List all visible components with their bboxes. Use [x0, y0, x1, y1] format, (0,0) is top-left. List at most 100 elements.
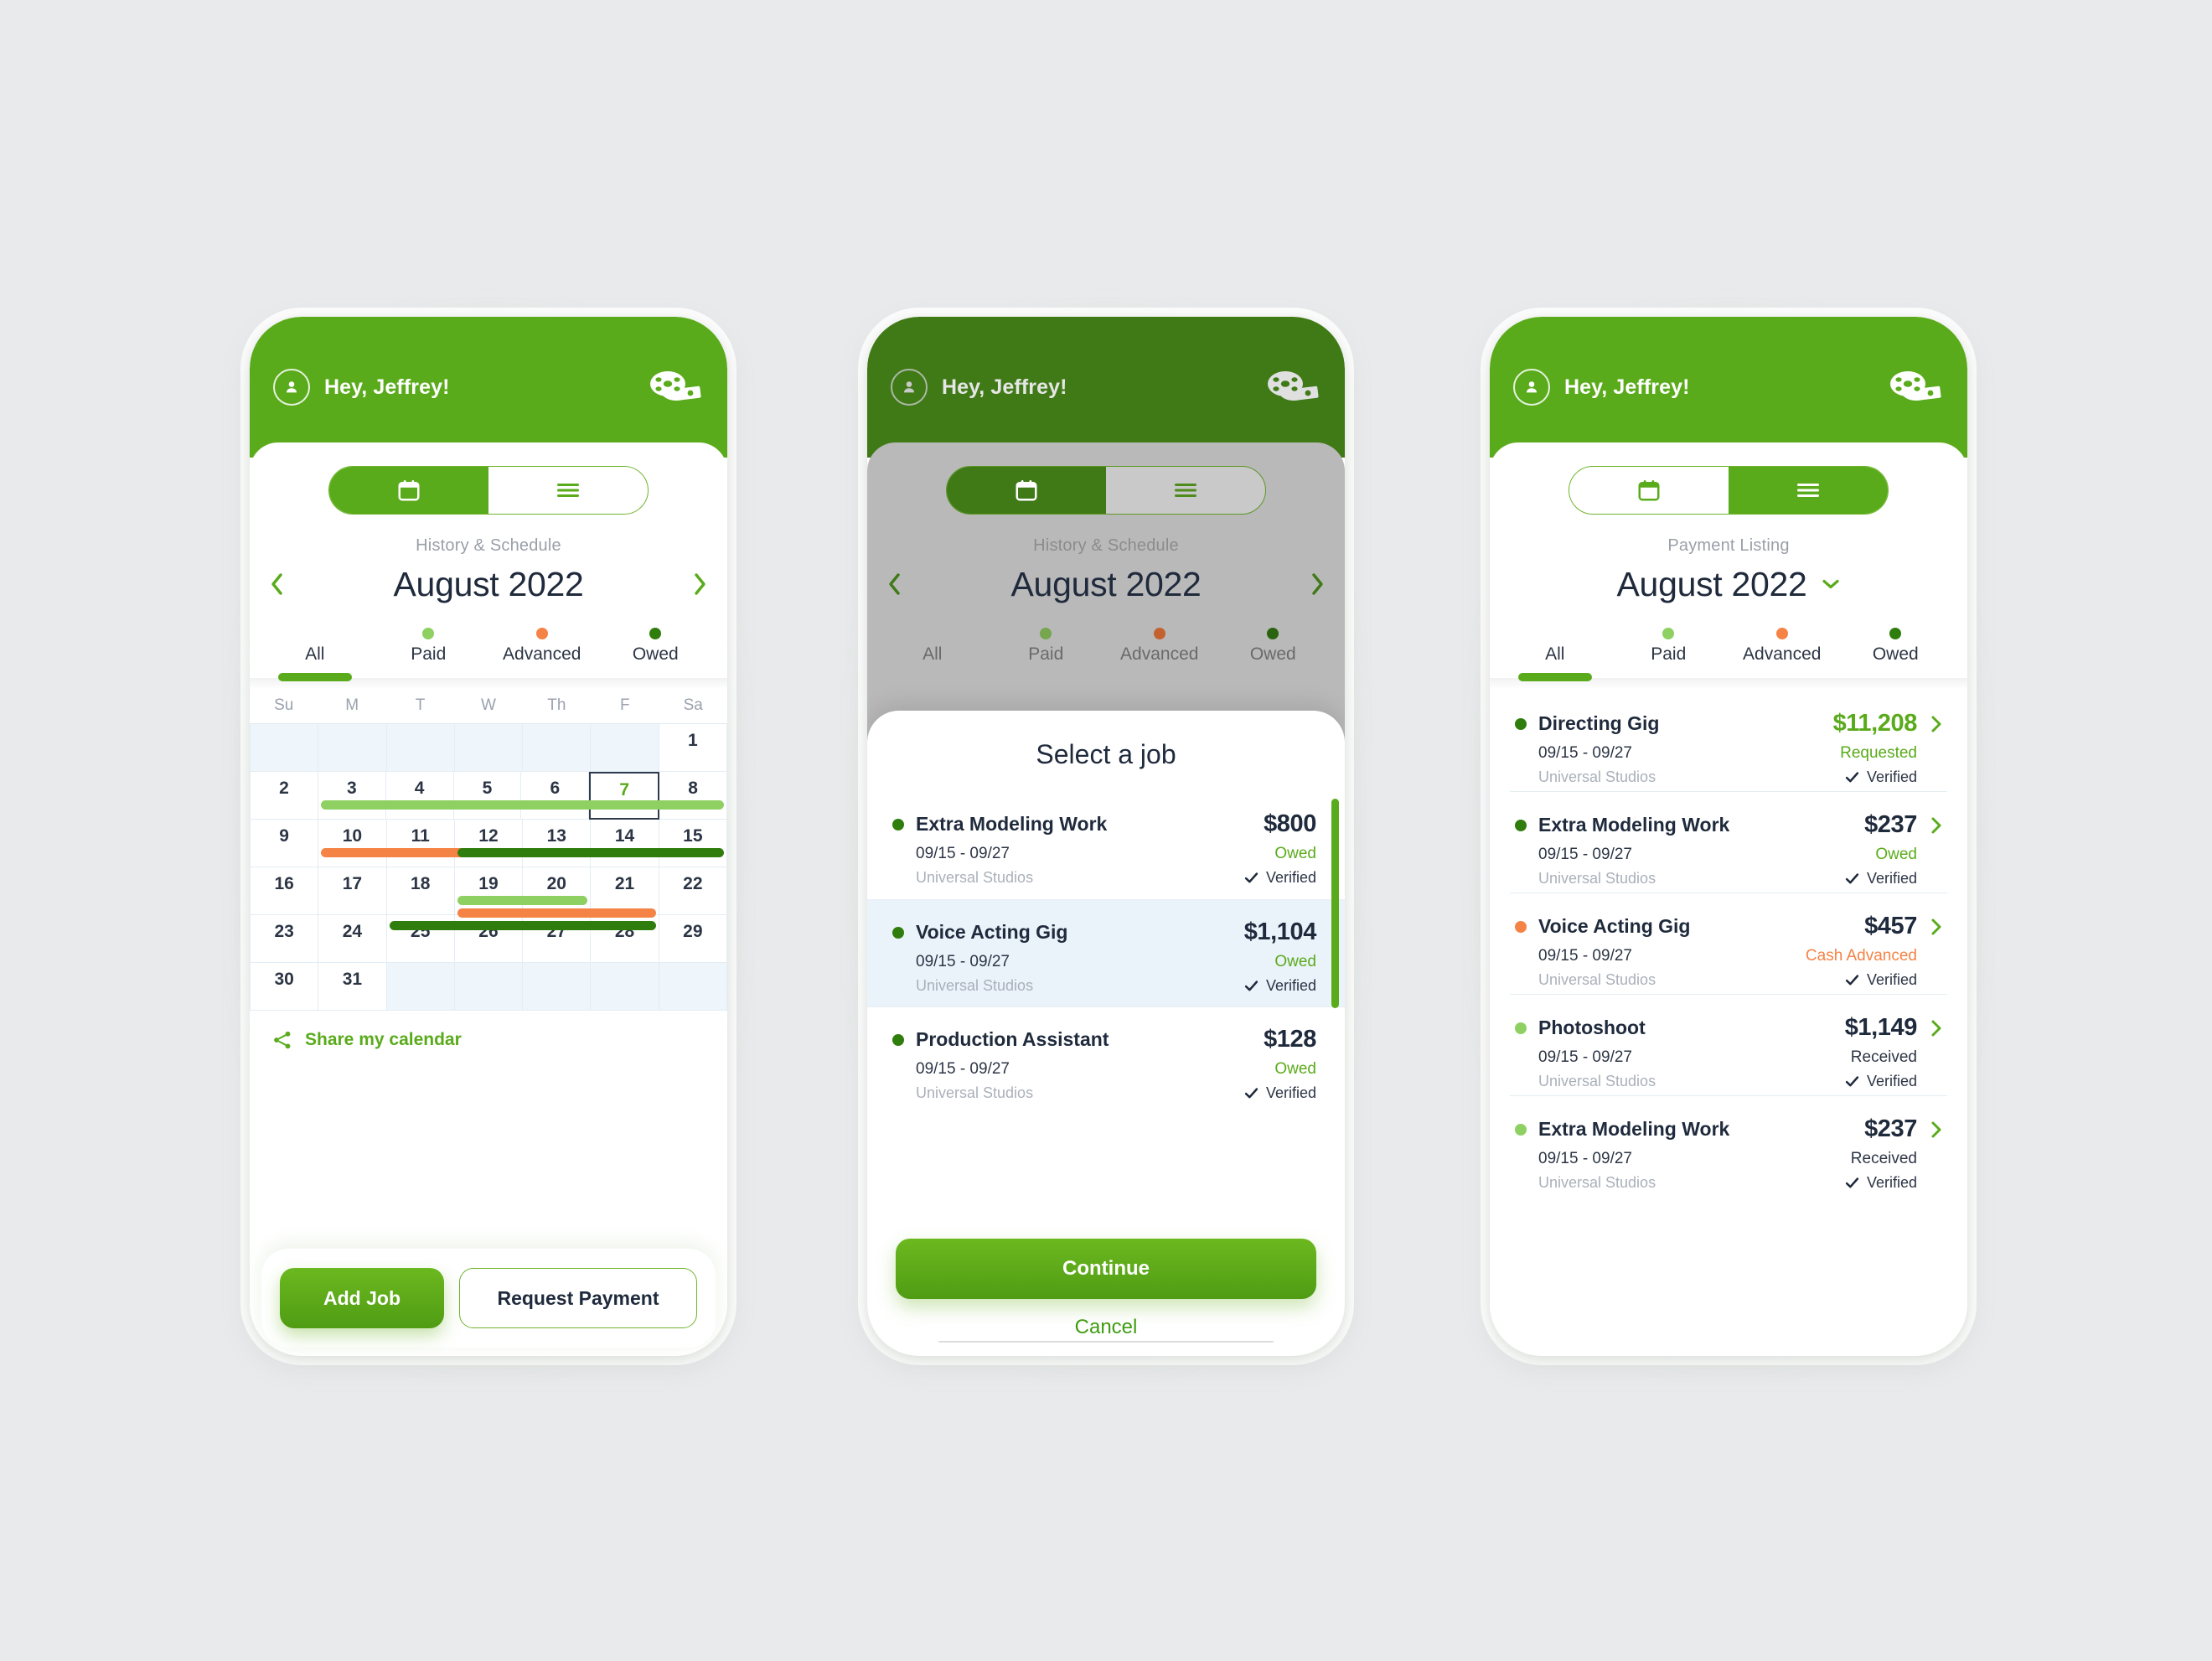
calendar-event-bar-owed[interactable] — [457, 848, 724, 857]
filter-tab-advanced[interactable]: Advanced — [485, 628, 599, 678]
calendar-day-8[interactable]: 8 — [659, 772, 727, 820]
filter-tab-paid[interactable]: Paid — [1612, 628, 1726, 678]
payment-studio: Universal Studios — [1538, 1073, 1656, 1089]
list-icon — [557, 484, 579, 497]
calendar-day-4[interactable]: 4 — [385, 772, 454, 820]
avatar[interactable] — [273, 369, 310, 406]
calendar-day-7[interactable]: 7 — [589, 772, 660, 820]
job-verified: Verified — [1244, 1084, 1316, 1102]
check-icon — [1845, 975, 1859, 986]
view-toggle[interactable] — [328, 466, 649, 515]
calendar-day-18[interactable]: 18 — [386, 867, 455, 915]
next-month-button[interactable] — [692, 572, 709, 597]
prev-month-button[interactable] — [268, 572, 285, 597]
calendar-day-number: 5 — [482, 779, 493, 798]
payment-row[interactable]: Directing Gig $11,208 09/15 - 09/27 Request… — [1490, 690, 1967, 791]
payment-verified: Verified — [1845, 870, 1942, 887]
calendar-day-13[interactable]: 13 — [523, 820, 592, 867]
request-payment-button[interactable]: Request Payment — [459, 1268, 697, 1328]
tab-list-view[interactable] — [488, 467, 648, 514]
tab-calendar-view[interactable] — [947, 467, 1106, 514]
calendar-event-bar-paid[interactable] — [321, 800, 724, 810]
calendar-day-11[interactable]: 11 — [386, 820, 455, 867]
filter-label-paid: Paid — [1651, 644, 1687, 664]
add-job-button[interactable]: Add Job — [280, 1268, 444, 1328]
tab-list-view[interactable] — [1729, 467, 1888, 514]
calendar-day-3[interactable]: 3 — [318, 772, 386, 820]
filter-dot-owed — [1889, 628, 1902, 639]
calendar-day-31[interactable]: 31 — [318, 963, 387, 1011]
job-option-row[interactable]: Voice Acting Gig $1,104 09/15 - 09/27 Owed U… — [867, 899, 1345, 1006]
calendar-day-5[interactable]: 5 — [453, 772, 522, 820]
calendar-weekday-sa: Sa — [683, 696, 703, 714]
filter-tab-owed[interactable]: Owed — [1217, 628, 1331, 678]
filter-tab-paid[interactable]: Paid — [372, 628, 486, 678]
calendar-day-23[interactable]: 23 — [250, 915, 319, 963]
payment-row[interactable]: Voice Acting Gig $457 09/15 - 09/27 Cash Ad… — [1490, 893, 1967, 994]
filter-dot-all — [1549, 628, 1561, 639]
filter-tab-paid[interactable]: Paid — [990, 628, 1103, 678]
check-icon — [1244, 1088, 1258, 1099]
avatar[interactable] — [891, 369, 928, 406]
tab-calendar-view[interactable] — [329, 467, 488, 514]
payment-studio: Universal Studios — [1538, 768, 1656, 785]
tab-calendar-view[interactable] — [1569, 467, 1729, 514]
calendar-day-10[interactable]: 10 — [318, 820, 387, 867]
calendar-day-30[interactable]: 30 — [250, 963, 319, 1011]
view-toggle[interactable] — [946, 466, 1266, 515]
chevron-left-icon — [271, 573, 282, 595]
filter-tab-advanced[interactable]: Advanced — [1103, 628, 1217, 678]
calendar-day-29[interactable]: 29 — [659, 915, 727, 963]
filter-tab-owed[interactable]: Owed — [1839, 628, 1953, 678]
calendar-event-bar-owed[interactable] — [389, 921, 656, 930]
cancel-button[interactable]: Cancel — [896, 1299, 1316, 1356]
calendar-day-2[interactable]: 2 — [250, 772, 318, 820]
job-status: Owed — [1274, 953, 1316, 970]
payment-row[interactable]: Extra Modeling Work $237 09/15 - 09/27 Rece… — [1490, 1095, 1967, 1197]
prev-month-button[interactable] — [886, 572, 902, 597]
tab-list-view[interactable] — [1106, 467, 1265, 514]
payment-amount: $237 — [1864, 811, 1917, 838]
payment-amount: $11,208 — [1832, 710, 1918, 737]
avatar[interactable] — [1513, 369, 1550, 406]
filter-label-advanced: Advanced — [1120, 644, 1199, 664]
calendar-day-6[interactable]: 6 — [521, 772, 590, 820]
scrollbar-thumb[interactable] — [1331, 799, 1339, 1008]
screen-sublabel: Payment Listing — [1667, 536, 1790, 555]
payment-dates: 09/15 - 09/27 — [1538, 1150, 1632, 1167]
calendar-event-bar-advanced[interactable] — [457, 908, 656, 918]
filter-dot-advanced — [1775, 628, 1788, 639]
calendar-day-12[interactable]: 12 — [454, 820, 524, 867]
payment-verified: Verified — [1845, 768, 1942, 786]
job-status: Owed — [1274, 845, 1316, 862]
payment-row[interactable]: Photoshoot $1,149 09/15 - 09/27 Received Uni… — [1490, 994, 1967, 1095]
continue-button[interactable]: Continue — [896, 1239, 1316, 1299]
view-toggle[interactable] — [1569, 466, 1889, 515]
calendar-day-9[interactable]: 9 — [250, 820, 319, 867]
filter-dot-all — [309, 628, 321, 639]
calendar-event-bar-paid[interactable] — [457, 896, 588, 905]
month-dropdown[interactable]: August 2022 — [1490, 559, 1967, 609]
calendar-day-24[interactable]: 24 — [318, 915, 387, 963]
calendar-cell-empty — [454, 724, 524, 772]
calendar-day-22[interactable]: 22 — [659, 867, 727, 915]
calendar-day-16[interactable]: 16 — [250, 867, 319, 915]
chevron-right-icon — [1931, 716, 1941, 732]
payment-verified-label: Verified — [1866, 1073, 1917, 1089]
calendar-day-1[interactable]: 1 — [659, 724, 727, 772]
filter-tab-advanced[interactable]: Advanced — [1725, 628, 1839, 678]
next-month-button[interactable] — [1310, 572, 1326, 597]
filter-tab-all[interactable]: All — [1498, 628, 1612, 681]
calendar-day-15[interactable]: 15 — [659, 820, 727, 867]
calendar-day-14[interactable]: 14 — [591, 820, 659, 867]
share-calendar-button[interactable]: Share my calendar — [250, 1011, 727, 1051]
job-option-row[interactable]: Extra Modeling Work $800 09/15 - 09/27 Owed… — [867, 792, 1345, 899]
filter-tab-all[interactable]: All — [876, 628, 990, 678]
calendar-day-17[interactable]: 17 — [318, 867, 387, 915]
job-option-row[interactable]: Production Assistant $128 09/15 - 09/27 Owe… — [867, 1006, 1345, 1114]
filter-tab-owed[interactable]: Owed — [599, 628, 713, 678]
payment-verified: Verified — [1845, 1073, 1942, 1090]
job-list[interactable]: Extra Modeling Work $800 09/15 - 09/27 Owed… — [867, 792, 1345, 1224]
filter-tab-all[interactable]: All — [258, 628, 372, 681]
payment-row[interactable]: Extra Modeling Work $237 09/15 - 09/27 Owed… — [1490, 791, 1967, 893]
